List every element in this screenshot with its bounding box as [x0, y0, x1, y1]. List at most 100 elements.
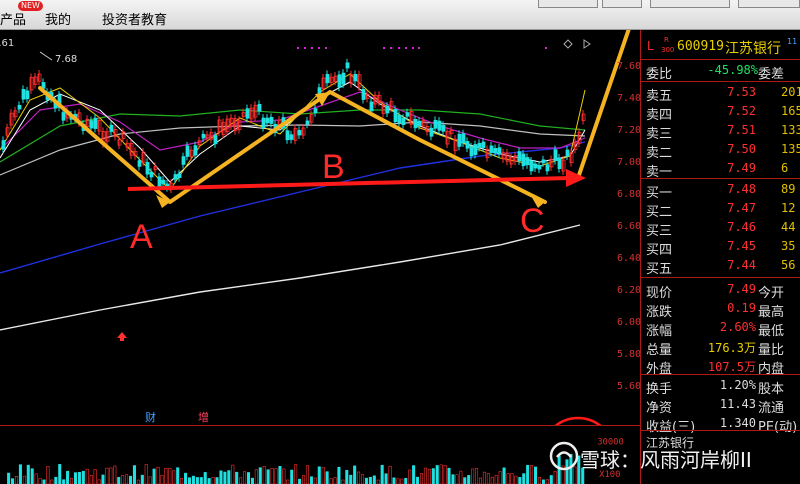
stats2-value: 1.20% — [719, 378, 756, 392]
volume-bar — [431, 468, 435, 484]
candle-body — [401, 117, 406, 126]
candle-body — [397, 114, 402, 124]
bids-row[interactable]: 买四 7.45 35 — [641, 237, 800, 258]
marker-zeng[interactable]: 增 — [198, 410, 209, 424]
candlestick-chart[interactable]: A B C 7.61 7.68 财 增 — [0, 30, 640, 425]
volume-bar — [321, 467, 325, 484]
volume-bar — [97, 479, 101, 484]
volume-bar — [518, 477, 522, 484]
volume-bar — [282, 468, 286, 484]
signal-dot — [545, 47, 547, 49]
asks-price: 7.53 — [727, 85, 756, 99]
candle-body — [269, 116, 274, 124]
bids-row[interactable]: 买三 7.46 44 — [641, 218, 800, 239]
volume-bar — [526, 464, 530, 484]
volume-bar — [522, 473, 526, 484]
volume-bar — [541, 479, 545, 484]
bids-row[interactable]: 买五 7.44 56 — [641, 256, 800, 277]
menu-investor-education[interactable]: 投资者教育 — [102, 9, 167, 28]
stats-value: 7.49 — [727, 282, 756, 296]
candle-body — [201, 133, 206, 139]
candle-body — [25, 90, 30, 100]
bids-row[interactable]: 买一 7.48 89 — [641, 180, 800, 201]
volume-bar — [353, 465, 357, 484]
candle-body — [41, 82, 46, 89]
asks-row[interactable]: 卖三 7.51 133 — [641, 121, 800, 142]
weibi-label: 委比 — [646, 67, 673, 82]
signal-dot — [383, 47, 385, 49]
candle-body — [393, 109, 398, 123]
stock-header[interactable]: L R 300 600919 江苏银行 11 — [641, 36, 800, 58]
volume-chart[interactable]: 30000 X100 — [0, 425, 640, 484]
volume-bar — [176, 467, 180, 484]
volume-bar — [152, 468, 156, 484]
asks-row[interactable]: 卖一 7.49 6 — [641, 159, 800, 180]
volume-bar — [38, 478, 42, 484]
bids-volume: 56 — [781, 258, 796, 272]
bids-price: 7.46 — [727, 220, 756, 234]
menu-mine[interactable]: 我的 — [45, 9, 71, 28]
volume-bar — [482, 471, 486, 484]
weibi-row: 委比 -45.98% 委差 — [641, 61, 800, 82]
candle-body — [137, 160, 142, 167]
diamond-icon — [563, 39, 573, 49]
menu-product[interactable]: 产品 — [0, 9, 26, 28]
volume-bar — [195, 477, 199, 484]
volume-bar — [423, 467, 427, 484]
asks-row[interactable]: 卖二 7.50 135 — [641, 140, 800, 161]
candle-body — [441, 124, 446, 132]
candle-body — [93, 117, 98, 129]
bids-price: 7.44 — [727, 258, 756, 272]
trend-arrow-up — [576, 30, 631, 180]
volume-bar — [549, 475, 553, 484]
volume-bar — [187, 477, 192, 484]
stats-value: 2.60% — [719, 320, 756, 334]
candle-body — [313, 108, 318, 114]
volume-bar — [148, 476, 152, 484]
asks-price: 7.50 — [727, 142, 756, 156]
volume-bar — [140, 474, 144, 484]
signal-dot — [325, 47, 327, 49]
volume-bar — [203, 472, 207, 484]
volume-bar — [215, 477, 219, 484]
annotation-a: A — [130, 218, 153, 256]
volume-bar — [372, 475, 376, 484]
weibi-value: -45.98% — [707, 63, 758, 77]
candle-body — [289, 134, 294, 140]
bids-price: 7.48 — [727, 182, 756, 196]
window-button[interactable] — [602, 0, 642, 8]
volume-bar — [357, 471, 361, 484]
volume-bar — [325, 471, 329, 484]
asks-row[interactable]: 卖四 7.52 165 — [641, 102, 800, 123]
asks-volume: 201 — [781, 85, 800, 99]
volume-bar — [50, 479, 54, 484]
signal-dot — [318, 47, 320, 49]
volume-bar — [545, 479, 549, 484]
volume-bar — [18, 464, 22, 484]
volume-bar — [467, 475, 471, 484]
volume-bar — [70, 477, 74, 484]
volume-bar — [77, 471, 81, 484]
candle-body — [361, 89, 366, 100]
volume-bar — [408, 469, 412, 484]
volume-bar — [254, 469, 258, 484]
marker-cai[interactable]: 财 — [145, 410, 156, 424]
candle-body — [173, 174, 178, 180]
candles — [1, 58, 586, 194]
asks-row[interactable]: 卖五 7.53 201 — [641, 83, 800, 104]
window-button[interactable] — [650, 0, 730, 8]
candle-body — [245, 108, 250, 119]
candle-body — [437, 120, 442, 131]
new-badge: NEW — [18, 1, 43, 11]
volume-bar — [274, 468, 278, 484]
candle-body — [109, 124, 114, 132]
volume-bar — [93, 469, 97, 484]
window-button[interactable] — [538, 0, 598, 8]
volume-bar — [396, 478, 400, 484]
signal-dot — [311, 47, 313, 49]
partial-price-label: 7.61 — [0, 38, 14, 49]
window-button[interactable] — [738, 0, 800, 8]
volume-bar — [73, 472, 77, 484]
bids-row[interactable]: 买二 7.47 12 — [641, 199, 800, 220]
quote-panel: L R 300 600919 江苏银行 11 委比 -45.98% 委差 卖五 7… — [641, 30, 800, 484]
